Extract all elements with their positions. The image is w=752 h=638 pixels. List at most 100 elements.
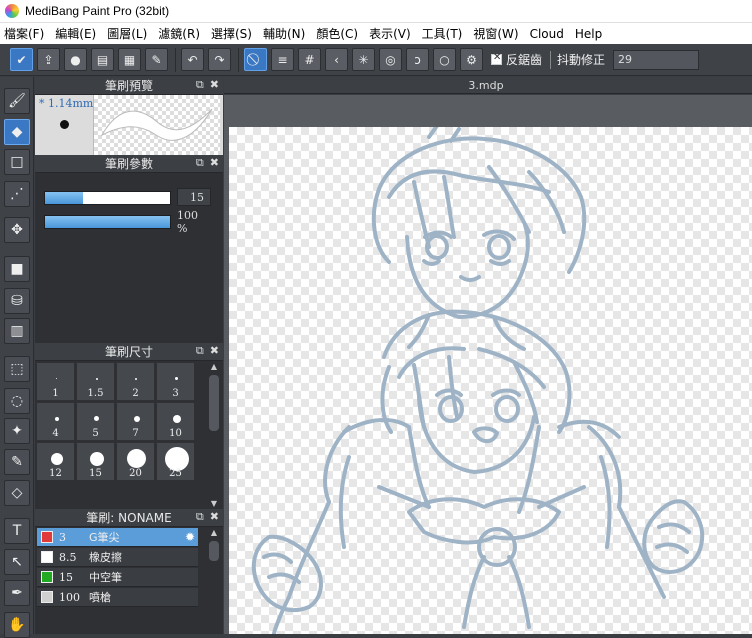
size-cell[interactable]: 2	[116, 362, 155, 401]
document-tab[interactable]: 3.mdp	[226, 77, 746, 94]
close-icon[interactable]: ✖	[210, 156, 219, 170]
curve-icon[interactable]: ↄ	[406, 48, 429, 71]
popout-icon[interactable]: ⧉	[196, 510, 204, 524]
menu-select[interactable]: 選擇(S)	[211, 25, 252, 42]
stabilizer-input[interactable]: 29	[613, 49, 700, 70]
lasso-icon[interactable]: ◌	[4, 388, 30, 414]
select-pen-icon[interactable]: ✎	[4, 449, 30, 475]
text-icon[interactable]: T	[4, 518, 30, 544]
menu-cloud[interactable]: Cloud	[530, 27, 564, 41]
scroll-thumb[interactable]	[209, 541, 219, 561]
brush-name: 橡皮擦	[89, 551, 122, 564]
brush-item[interactable]: 8.5 橡皮擦	[37, 548, 198, 567]
brush-name: 噴槍	[89, 591, 111, 604]
rect-select-icon[interactable]: ⬚	[4, 356, 30, 382]
list-icon[interactable]: ▦	[118, 48, 141, 71]
comment-icon[interactable]: ●	[64, 48, 87, 71]
menu-layer[interactable]: 圖層(L)	[107, 25, 147, 42]
size-cell[interactable]: 5	[76, 402, 115, 441]
brush-width-slider[interactable]	[44, 191, 171, 205]
menu-edit[interactable]: 編輯(E)	[55, 25, 96, 42]
close-icon[interactable]: ✖	[210, 510, 219, 524]
magic-wand-icon[interactable]: ✦	[4, 418, 30, 444]
size-cell[interactable]: 20	[116, 442, 155, 481]
snap-off-icon[interactable]: ⃠	[244, 48, 267, 71]
brush-size-grid: 1 1.5 2 3 4 5 7 10 12 15 20 25 ▲ ▼	[35, 361, 223, 509]
size-cell[interactable]: 25	[156, 442, 195, 481]
eyedropper-icon[interactable]: ✒	[4, 580, 30, 606]
brush-preview-header: 筆刷預覽 ⧉ ✖	[35, 77, 223, 95]
grid-snap-icon[interactable]: #	[298, 48, 321, 71]
concentric-icon[interactable]: ◎	[379, 48, 402, 71]
circle-snap-icon[interactable]: ○	[433, 48, 456, 71]
brush-item[interactable]: 100 噴槍	[37, 588, 198, 607]
gear-icon[interactable]: ✹	[185, 530, 195, 544]
size-cell[interactable]: 4	[36, 402, 75, 441]
menu-help[interactable]: Help	[575, 27, 602, 41]
dot-icon[interactable]: □	[4, 149, 30, 175]
radial-icon[interactable]: ✳	[352, 48, 375, 71]
popout-icon[interactable]: ⧉	[196, 156, 204, 170]
size-cell[interactable]: 10	[156, 402, 195, 441]
gradient-icon[interactable]: ▥	[4, 318, 30, 344]
undo-icon[interactable]: ↶	[181, 48, 204, 71]
menu-assist[interactable]: 輔助(N)	[263, 25, 305, 42]
size-cell[interactable]: 12	[36, 442, 75, 481]
size-cell[interactable]: 1.5	[76, 362, 115, 401]
scroll-up-icon[interactable]: ▲	[207, 527, 221, 538]
menu-view[interactable]: 表示(V)	[369, 25, 411, 42]
hand-icon[interactable]: ✋	[4, 612, 30, 638]
menu-color[interactable]: 顏色(C)	[316, 25, 358, 42]
brush-opacity-slider[interactable]	[44, 215, 171, 229]
operation-icon[interactable]: ↖	[4, 549, 30, 575]
brush-size: 15	[59, 570, 73, 584]
edit-icon[interactable]: ✎	[145, 48, 168, 71]
size-cell[interactable]: 7	[116, 402, 155, 441]
scroll-thumb[interactable]	[209, 375, 219, 431]
brush-size-label: * 1.14mm	[39, 97, 94, 110]
balloon-icon[interactable]: ▤	[91, 48, 114, 71]
menu-window[interactable]: 視窗(W)	[473, 25, 518, 42]
brush-list: 3 G筆尖 ✹ 8.5 橡皮擦 15 中空筆 100 噴槍 ▲	[35, 527, 223, 617]
toolbar-separator	[238, 47, 239, 72]
stabilizer-label: 抖動修正	[557, 53, 606, 67]
scroll-up-icon[interactable]: ▲	[207, 361, 221, 372]
sketch-drawing	[251, 127, 705, 634]
bucket-icon[interactable]: ⛁	[4, 288, 30, 314]
brush-preview-title: 筆刷預覽	[104, 79, 153, 93]
dotted-line-icon[interactable]: ⋰	[4, 181, 30, 207]
size-cell[interactable]: 15	[76, 442, 115, 481]
perspective-icon[interactable]: ‹	[325, 48, 348, 71]
window-title: MediBang Paint Pro (32bit)	[25, 4, 170, 18]
brush-item[interactable]: 15 中空筆	[37, 568, 198, 587]
rectangle-fill-icon[interactable]: ■	[4, 256, 30, 282]
popout-icon[interactable]: ⧉	[196, 344, 204, 358]
close-icon[interactable]: ✖	[210, 78, 219, 92]
eraser-icon[interactable]: ◆	[4, 119, 30, 145]
size-scrollbar[interactable]: ▲ ▼	[207, 361, 221, 509]
check-icon[interactable]: ✔	[10, 48, 33, 71]
select-eraser-icon[interactable]: ◇	[4, 480, 30, 506]
share-icon[interactable]: ⇪	[37, 48, 60, 71]
menu-file[interactable]: 檔案(F)	[4, 25, 44, 42]
size-cell[interactable]: 3	[156, 362, 195, 401]
popout-icon[interactable]: ⧉	[196, 78, 204, 92]
document-tab-bar: 3.mdp	[224, 77, 752, 94]
move-icon[interactable]: ✥	[4, 217, 30, 243]
parallel-snap-icon[interactable]: ≡	[271, 48, 294, 71]
menu-tools[interactable]: 工具(T)	[422, 25, 463, 42]
brush-list-scrollbar[interactable]: ▲	[207, 527, 221, 617]
antialias-checkbox[interactable]	[491, 52, 502, 65]
menu-filter[interactable]: 濾鏡(R)	[158, 25, 200, 42]
size-cell[interactable]: 1	[36, 362, 75, 401]
brush-item[interactable]: 3 G筆尖 ✹	[37, 528, 198, 547]
redo-icon[interactable]: ↷	[208, 48, 231, 71]
brush-width-value[interactable]: 15	[177, 188, 211, 206]
close-icon[interactable]: ✖	[210, 344, 219, 358]
settings-icon[interactable]: ⚙	[460, 48, 483, 71]
brush-color-swatch	[41, 571, 53, 583]
drawing-canvas[interactable]	[229, 127, 752, 634]
scroll-down-icon[interactable]: ▼	[207, 498, 221, 509]
brush-width-fill	[45, 192, 83, 204]
brush-icon[interactable]: 🖌	[4, 88, 30, 114]
